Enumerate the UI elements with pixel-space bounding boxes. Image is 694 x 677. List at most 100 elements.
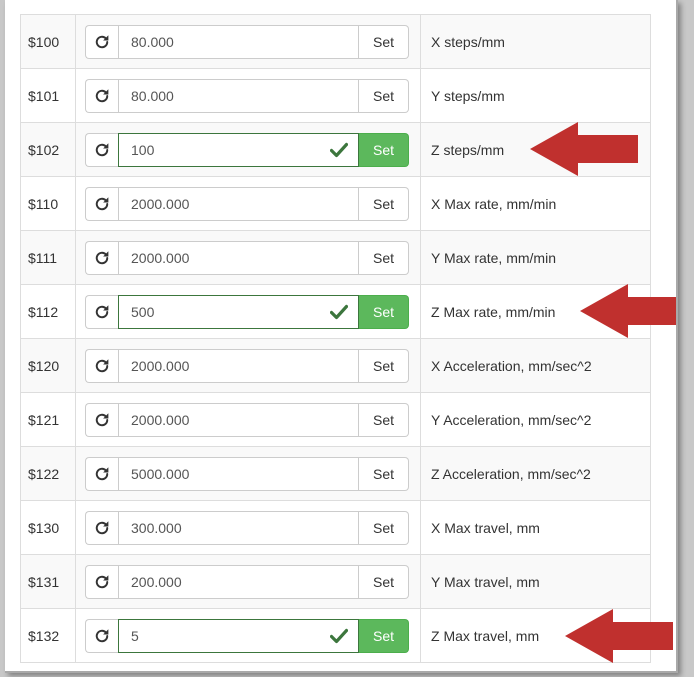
reset-button[interactable] bbox=[85, 618, 118, 653]
set-button[interactable]: Set bbox=[359, 510, 409, 545]
reset-button[interactable] bbox=[85, 186, 118, 221]
setting-value-input[interactable]: 500 bbox=[118, 294, 359, 329]
refresh-icon bbox=[93, 627, 111, 645]
set-button[interactable]: Set bbox=[359, 24, 409, 59]
setting-input-group: 100 Set bbox=[85, 132, 409, 167]
setting-value-input[interactable]: 80.000 bbox=[118, 24, 359, 59]
setting-code: $130 bbox=[20, 500, 76, 555]
refresh-icon bbox=[93, 303, 111, 321]
checkmark-icon bbox=[329, 304, 349, 320]
setting-control: 2000.000 Set bbox=[75, 392, 421, 447]
set-button[interactable]: Set bbox=[359, 132, 409, 167]
setting-value-input[interactable]: 5 bbox=[118, 618, 359, 653]
setting-value-input[interactable]: 80.000 bbox=[118, 78, 359, 113]
setting-description: X Max rate, mm/min bbox=[420, 176, 651, 231]
table-row: $112 500 Set Z Max rate, mm/min bbox=[20, 284, 651, 339]
setting-value-input[interactable]: 2000.000 bbox=[118, 348, 359, 383]
table-row: $122 5000.000 Set Z Acceleration, mm/sec^2 bbox=[20, 446, 651, 501]
set-button[interactable]: Set bbox=[359, 564, 409, 599]
reset-button[interactable] bbox=[85, 456, 118, 491]
setting-value: 2000.000 bbox=[131, 411, 190, 428]
settings-panel: $100 80.000 Set X steps/mm $101 80.000 Set Y st… bbox=[5, 0, 678, 673]
setting-code: $101 bbox=[20, 68, 76, 123]
reset-button[interactable] bbox=[85, 348, 118, 383]
setting-control: 100 Set bbox=[75, 122, 421, 177]
refresh-icon bbox=[93, 195, 111, 213]
refresh-icon bbox=[93, 249, 111, 267]
setting-input-group: 500 Set bbox=[85, 294, 409, 329]
setting-description: Y Max travel, mm bbox=[420, 554, 651, 609]
checkmark-icon bbox=[329, 142, 349, 158]
setting-input-group: 2000.000 Set bbox=[85, 348, 409, 383]
setting-code: $132 bbox=[20, 608, 76, 663]
setting-value: 300.000 bbox=[131, 519, 182, 536]
setting-value-input[interactable]: 2000.000 bbox=[118, 186, 359, 221]
setting-description: Y Acceleration, mm/sec^2 bbox=[420, 392, 651, 447]
reset-button[interactable] bbox=[85, 78, 118, 113]
setting-control: 200.000 Set bbox=[75, 554, 421, 609]
reset-button[interactable] bbox=[85, 510, 118, 545]
table-row: $130 300.000 Set X Max travel, mm bbox=[20, 500, 651, 555]
setting-value-input[interactable]: 2000.000 bbox=[118, 402, 359, 437]
set-button[interactable]: Set bbox=[359, 618, 409, 653]
setting-code: $122 bbox=[20, 446, 76, 501]
set-button[interactable]: Set bbox=[359, 78, 409, 113]
annotation-arrow-icon bbox=[580, 284, 676, 338]
setting-description: X Max travel, mm bbox=[420, 500, 651, 555]
setting-control: 80.000 Set bbox=[75, 14, 421, 69]
refresh-icon bbox=[93, 87, 111, 105]
set-button[interactable]: Set bbox=[359, 348, 409, 383]
setting-value: 80.000 bbox=[131, 33, 174, 50]
set-button[interactable]: Set bbox=[359, 294, 409, 329]
setting-code: $121 bbox=[20, 392, 76, 447]
refresh-icon bbox=[93, 141, 111, 159]
setting-input-group: 2000.000 Set bbox=[85, 402, 409, 437]
setting-control: 2000.000 Set bbox=[75, 230, 421, 285]
table-row: $121 2000.000 Set Y Acceleration, mm/sec^2 bbox=[20, 392, 651, 447]
reset-button[interactable] bbox=[85, 402, 118, 437]
refresh-icon bbox=[93, 33, 111, 51]
setting-input-group: 5 Set bbox=[85, 618, 409, 653]
setting-value: 5 bbox=[131, 627, 139, 644]
setting-input-group: 300.000 Set bbox=[85, 510, 409, 545]
setting-value: 5000.000 bbox=[131, 465, 190, 482]
setting-code: $102 bbox=[20, 122, 76, 177]
setting-input-group: 80.000 Set bbox=[85, 78, 409, 113]
setting-control: 2000.000 Set bbox=[75, 176, 421, 231]
setting-value: 100 bbox=[131, 141, 155, 158]
annotation-arrow-icon bbox=[530, 122, 638, 176]
set-button[interactable]: Set bbox=[359, 402, 409, 437]
setting-description: Z Acceleration, mm/sec^2 bbox=[420, 446, 651, 501]
setting-control: 2000.000 Set bbox=[75, 338, 421, 393]
reset-button[interactable] bbox=[85, 564, 118, 599]
setting-value-input[interactable]: 200.000 bbox=[118, 564, 359, 599]
setting-value-input[interactable]: 5000.000 bbox=[118, 456, 359, 491]
setting-code: $112 bbox=[20, 284, 76, 339]
setting-control: 80.000 Set bbox=[75, 68, 421, 123]
setting-input-group: 2000.000 Set bbox=[85, 240, 409, 275]
setting-value: 500 bbox=[131, 303, 155, 320]
reset-button[interactable] bbox=[85, 294, 118, 329]
reset-button[interactable] bbox=[85, 24, 118, 59]
setting-description: X steps/mm bbox=[420, 14, 651, 69]
set-button[interactable]: Set bbox=[359, 456, 409, 491]
setting-value: 200.000 bbox=[131, 573, 182, 590]
table-row: $100 80.000 Set X steps/mm bbox=[20, 14, 651, 69]
set-button[interactable]: Set bbox=[359, 240, 409, 275]
setting-code: $120 bbox=[20, 338, 76, 393]
setting-description: Y steps/mm bbox=[420, 68, 651, 123]
refresh-icon bbox=[93, 573, 111, 591]
setting-code: $111 bbox=[20, 230, 76, 285]
table-row: $101 80.000 Set Y steps/mm bbox=[20, 68, 651, 123]
setting-value-input[interactable]: 100 bbox=[118, 132, 359, 167]
table-row: $111 2000.000 Set Y Max rate, mm/min bbox=[20, 230, 651, 285]
setting-description: X Acceleration, mm/sec^2 bbox=[420, 338, 651, 393]
setting-value-input[interactable]: 2000.000 bbox=[118, 240, 359, 275]
setting-control: 500 Set bbox=[75, 284, 421, 339]
reset-button[interactable] bbox=[85, 132, 118, 167]
setting-value-input[interactable]: 300.000 bbox=[118, 510, 359, 545]
table-row: $131 200.000 Set Y Max travel, mm bbox=[20, 554, 651, 609]
set-button[interactable]: Set bbox=[359, 186, 409, 221]
reset-button[interactable] bbox=[85, 240, 118, 275]
setting-code: $100 bbox=[20, 14, 76, 69]
